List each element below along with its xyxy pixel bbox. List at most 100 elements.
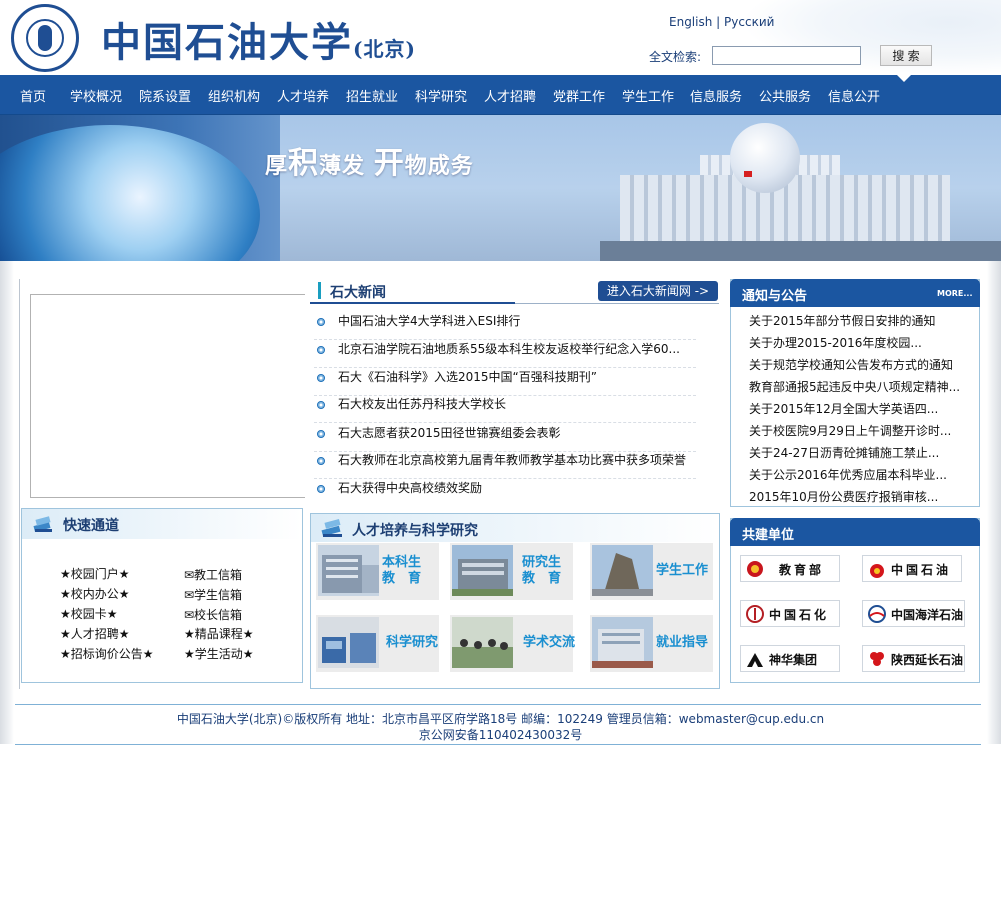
partner-cnooc[interactable]: 中国海洋石油 [862, 600, 965, 627]
sinopec-logo-icon [746, 605, 764, 623]
quick-link-campus-card[interactable]: ★校园卡★ [60, 605, 118, 622]
tile-undergraduate[interactable]: 本科生 教 育 [316, 543, 439, 600]
quick-link-recruitment[interactable]: ★人才招聘★ [60, 625, 130, 642]
notice-item[interactable]: 关于24-27日沥青砼摊铺施工禁止... [749, 444, 969, 461]
banner-flag [744, 171, 752, 177]
nav-item-info-services[interactable]: 信息服务 [690, 86, 742, 105]
search-input[interactable] [712, 46, 861, 65]
nav-item-party-work[interactable]: 党群工作 [553, 86, 605, 105]
news-section-title: 石大新闻 [330, 285, 386, 301]
quick-links-title: 快速通道 [63, 518, 119, 534]
partner-name: 教育部 [779, 563, 825, 577]
banner-wave-graphic [0, 125, 260, 261]
quick-link-courses[interactable]: ★精品课程★ [184, 625, 254, 642]
news-item[interactable]: 石大志愿者获2015田径世锦赛组委会表彰 [314, 424, 696, 452]
notice-item[interactable]: 关于公示2016年优秀应届本科毕业... [749, 466, 969, 483]
partner-yanchang[interactable]: 陕西延长石油 [862, 645, 965, 672]
notice-item[interactable]: 关于校医院9月29日上午调整开诊时... [749, 422, 969, 439]
nav-item-departments[interactable]: 院系设置 [139, 86, 191, 105]
partner-sinopec[interactable]: 中国石化 [740, 600, 840, 627]
tile-student-work[interactable]: 学生工作 [590, 543, 713, 600]
partner-shenhua[interactable]: 神华集团 [740, 645, 840, 672]
quick-link-president-mail[interactable]: ✉校长信箱 [184, 606, 242, 623]
news-site-link-button[interactable]: 进入石大新闻网 -> [598, 281, 718, 301]
nav-item-organization[interactable]: 组织机构 [208, 86, 260, 105]
bullet-icon [317, 430, 325, 438]
footer-icp-record: 京公网安备110402430032号 [418, 728, 583, 742]
news-underline [310, 302, 515, 304]
lang-link-russian[interactable]: Русский [724, 15, 774, 29]
news-item[interactable]: 北京石油学院石油地质系55级本科生校友返校举行纪念入学60... [314, 340, 696, 368]
banner-plaza [600, 241, 1001, 261]
tile-graduate[interactable]: 研究生 教 育 [450, 543, 573, 600]
notice-item[interactable]: 2015年10月份公费医疗报销审核... [749, 488, 969, 505]
news-item[interactable]: 石大《石油科学》入选2015中国“百强科技期刊” [314, 368, 696, 396]
campus-building-photo [452, 545, 513, 596]
campus-building-photo [318, 545, 379, 596]
tile-label: 学生工作 [656, 563, 709, 578]
quick-link-campus-portal[interactable]: ★校园门户★ [60, 565, 130, 582]
quick-link-tenders[interactable]: ★招标询价公告★ [60, 645, 154, 662]
notice-item[interactable]: 关于2015年12月全国大学英语四... [749, 400, 969, 417]
quick-link-student-mail[interactable]: ✉学生信箱 [184, 586, 242, 603]
featured-media-box[interactable] [30, 294, 305, 498]
cnooc-logo-icon [868, 605, 886, 623]
nav-item-admissions[interactable]: 招生就业 [346, 86, 398, 105]
main-navigation: 首页 学校概况 院系设置 组织机构 人才培养 招生就业 科学研究 人才招聘 党群… [0, 75, 1001, 115]
news-item-title: 石大校友出任苏丹科技大学校长 [338, 397, 507, 411]
lang-link-english[interactable]: English [669, 15, 712, 29]
notice-item[interactable]: 关于规范学校通知公告发布方式的通知 [749, 356, 969, 373]
wordmark-name: 中国石油大学 [101, 19, 353, 66]
books-icon [321, 519, 342, 537]
tile-label: 研究生 教 育 [522, 555, 562, 586]
news-item[interactable]: 中国石油大学4大学科进入ESI排行 [314, 312, 696, 340]
university-seal-logo[interactable] [11, 4, 79, 72]
nav-item-recruitment[interactable]: 人才招聘 [484, 86, 536, 105]
bullet-icon [317, 346, 325, 354]
notices-title: 通知与公告 [742, 289, 808, 304]
partner-petrochina[interactable]: 中国石油 [862, 555, 962, 582]
partner-name: 中国石油 [891, 563, 952, 577]
notice-item[interactable]: 关于2015年部分节假日安排的通知 [749, 312, 969, 329]
nav-item-education[interactable]: 人才培养 [277, 86, 329, 105]
nav-item-student-work[interactable]: 学生工作 [622, 86, 674, 105]
left-column-rule [19, 279, 20, 689]
education-research-title: 人才培养与科学研究 [352, 523, 478, 539]
nav-item-disclosure[interactable]: 信息公开 [828, 86, 880, 105]
tile-career-guidance[interactable]: 就业指导 [590, 615, 713, 672]
news-item-title: 石大获得中央高校绩效奖励 [338, 481, 483, 495]
nav-item-about[interactable]: 学校概况 [70, 86, 122, 105]
notice-item[interactable]: 教育部通报5起违反中央八项规定精神... [749, 378, 969, 395]
slogan-part: 积 [288, 146, 320, 181]
footer-divider-bottom [15, 744, 981, 745]
slogan-part: 开 [373, 146, 405, 181]
news-item-title: 石大志愿者获2015田径世锦赛组委会表彰 [338, 426, 561, 440]
petrochina-logo-icon [870, 564, 884, 578]
search-button[interactable]: 搜 索 [880, 45, 932, 66]
nav-item-home[interactable]: 首页 [20, 86, 46, 105]
tile-label: 本科生 教 育 [382, 555, 422, 586]
partner-ministry-of-education[interactable]: 教育部 [740, 555, 840, 582]
news-underline-light [515, 303, 719, 304]
notice-item[interactable]: 关于办理2015-2016年度校园... [749, 334, 969, 351]
footer-divider-top [15, 704, 981, 705]
sculpture-photo [592, 545, 653, 596]
news-item[interactable]: 石大获得中央高校绩效奖励 [314, 479, 696, 506]
banner-slogan: 厚积薄发 开物成务 [265, 138, 474, 182]
nav-item-public-services[interactable]: 公共服务 [759, 86, 811, 105]
news-item[interactable]: 石大教师在北京高校第九届青年教师教学基本功比赛中获多项荣誉 [314, 451, 696, 479]
news-item-title: 石大《石油科学》入选2015中国“百强科技期刊” [338, 370, 597, 384]
university-wordmark[interactable]: 中国石油大学(北京) [101, 10, 416, 68]
partner-name: 陕西延长石油 [891, 653, 964, 667]
books-icon [33, 516, 52, 532]
tile-research[interactable]: 科学研究 [316, 615, 439, 672]
partners-title: 共建单位 [742, 528, 795, 543]
quick-link-activities[interactable]: ★学生活动★ [184, 645, 254, 662]
nav-item-research[interactable]: 科学研究 [415, 86, 467, 105]
notices-more-link[interactable]: MORE... [937, 289, 973, 298]
quick-link-staff-mail[interactable]: ✉教工信箱 [184, 566, 242, 583]
slogan-part: 物成务 [404, 153, 474, 179]
quick-link-office[interactable]: ★校内办公★ [60, 585, 130, 602]
news-item[interactable]: 石大校友出任苏丹科技大学校长 [314, 395, 696, 423]
tile-academic-exchange[interactable]: 学术交流 [450, 615, 575, 672]
